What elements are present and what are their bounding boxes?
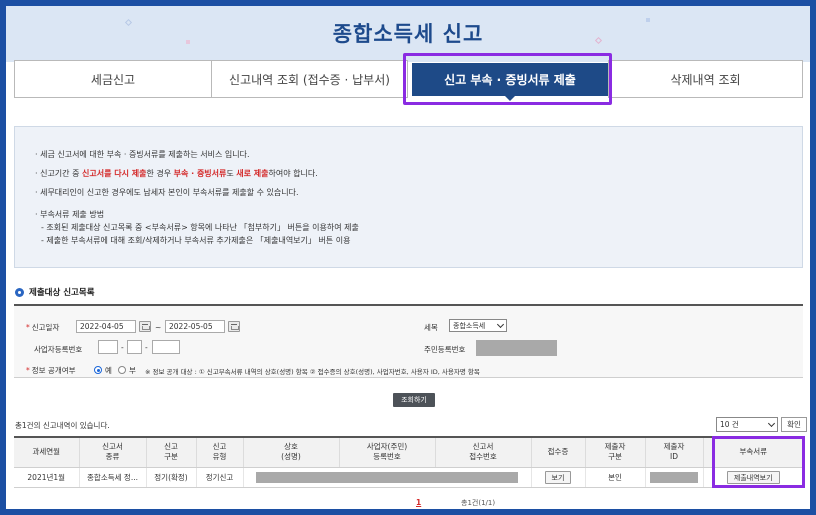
section-header: 제출대상 신고목록 (15, 286, 95, 298)
public-note: ※ 정보 공개 대상 : ① 신고부속서류 내역의 상호(성명) 항목 ② 접수… (145, 368, 480, 376)
date-from-input[interactable]: 2022-04-05 (76, 320, 136, 333)
view-receipt-button[interactable]: 보기 (544, 470, 572, 484)
confirm-button[interactable]: 확인 (781, 417, 807, 432)
notice-line: - 제출한 부속서류에 대해 조회/삭제하거나 부속서류 추가제출은 「제출내역… (41, 236, 351, 245)
masked-bar (256, 471, 518, 483)
pagination: 1 (416, 498, 421, 507)
notice-text: 도 (226, 169, 237, 178)
calendar-icon[interactable] (228, 321, 240, 332)
resident-number-masked (476, 340, 557, 356)
col-attachments: 부속서류 (703, 436, 803, 468)
resident-number-label: 주민등록번호 (424, 345, 466, 354)
date-to-input[interactable]: 2022-05-05 (165, 320, 225, 333)
notice-box: · 세금 신고서에 대한 부속 · 증빙서류를 제출하는 서비스 입니다. · … (14, 126, 803, 268)
pagination-info: 총1건(1/1) (461, 499, 496, 507)
notice-text: 한 경우 (146, 169, 174, 178)
business-number-sep: - (121, 343, 124, 352)
search-button[interactable]: 조회하기 (393, 393, 435, 407)
public-yes-label: 예 (105, 366, 112, 375)
public-label: * 정보 공개여부 (26, 366, 76, 375)
business-number-part3[interactable] (152, 340, 180, 354)
col-receipt-number: 신고서 접수번호 (435, 436, 532, 468)
notice-text: · 신고기간 중 (35, 169, 82, 178)
masked-bar (650, 471, 698, 483)
col-filing-class: 신고 구분 (146, 436, 197, 468)
result-count: 총1건의 신고내역이 있습니다. (15, 421, 110, 430)
tab-attachments-submit[interactable]: 신고 부속 · 증빙서류 제출 (412, 63, 608, 101)
tab-deleted-history[interactable]: 삭제내역 조회 (608, 60, 803, 98)
business-number-label: 사업자등록번호 (34, 345, 83, 354)
cell-period: 2021년1월 (14, 467, 80, 488)
table-row: 2021년1월 종합소득세 정... 정기(확정) 정기신고 보기 본인 제출내… (14, 467, 803, 488)
notice-emphasis: 부속 · 증빙서류 (173, 169, 227, 178)
cell-form-type: 종합소득세 정... (79, 467, 147, 488)
tax-type-select[interactable]: 종합소득세 (449, 319, 507, 332)
cell-attachments: 제출내역보기 (703, 467, 803, 488)
col-submitter-class: 제출자 구분 (585, 436, 646, 468)
col-form-type: 신고서 종류 (79, 436, 147, 468)
notice-line: · 신고기간 중 신고서를 다시 제출한 경우 부속 · 증빙서류도 새로 제출… (35, 168, 318, 179)
notice-line: · 세무대리인이 신고한 경우에도 납세자 본인이 부속서류를 제출할 수 있습… (35, 188, 299, 197)
page-size-select[interactable]: 10 건 (716, 417, 778, 432)
business-number-part1[interactable] (98, 340, 118, 354)
cell-filing-class: 정기(확정) (146, 467, 197, 488)
page-title: 종합소득세 신고 (332, 22, 484, 46)
cell-receipt: 보기 (531, 467, 586, 488)
notice-line: · 세금 신고서에 대한 부속 · 증빙서류를 제출하는 서비스 입니다. (35, 150, 250, 159)
public-no-radio[interactable] (118, 366, 126, 374)
tab-tax-filing[interactable]: 세금신고 (14, 60, 212, 98)
tab-filing-history[interactable]: 신고내역 조회 (접수증 · 납부서) (211, 60, 408, 98)
public-yes-radio[interactable] (94, 366, 102, 374)
notice-text: 하여야 합니다. (268, 169, 318, 178)
notice-line: · 부속서류 제출 방법 (35, 210, 105, 219)
col-receipt: 접수증 (531, 436, 586, 468)
col-submitter-id: 제출자 ID (645, 436, 704, 468)
cell-masked-info (243, 467, 532, 488)
business-number-part2[interactable] (127, 340, 142, 354)
section-title: 제출대상 신고목록 (29, 288, 95, 298)
date-separator: ~ (155, 323, 162, 332)
title-banner: 종합소득세 신고 (6, 6, 810, 62)
cell-submitter-id (645, 467, 704, 488)
search-panel: * 신고일자 2022-04-05 ~ 2022-05-05 세목 종합소득세 사… (14, 304, 803, 378)
public-no-label: 부 (129, 366, 136, 375)
col-registration-number: 사업자(주민) 등록번호 (339, 436, 436, 468)
bullet-circle-icon (15, 287, 24, 297)
page-link-current[interactable]: 1 (416, 498, 421, 507)
chevron-down-icon (767, 419, 776, 427)
table-header-row: 과세연월 신고서 종류 신고 구분 신고 유형 상호 (성명) 사업자(주민) … (14, 436, 803, 468)
notice-emphasis: 새로 제출 (236, 169, 269, 178)
date-label: * 신고일자 (26, 323, 60, 332)
chevron-down-icon (496, 320, 505, 328)
business-number-sep: - (145, 343, 148, 352)
tax-type-label: 세목 (424, 323, 438, 332)
cell-submitter-class: 본인 (585, 467, 646, 488)
view-submissions-button[interactable]: 제출내역보기 (726, 470, 780, 484)
notice-line: - 조회된 제출대상 신고목록 중 <부속서류> 항목에 나타난 「첨부하기」 … (41, 223, 359, 232)
col-period: 과세연월 (14, 436, 80, 468)
result-table: 과세연월 신고서 종류 신고 구분 신고 유형 상호 (성명) 사업자(주민) … (14, 436, 803, 488)
tab-bar: 세금신고 신고내역 조회 (접수증 · 납부서) 신고 부속 · 증빙서류 제출… (14, 60, 803, 101)
calendar-icon[interactable] (139, 321, 151, 332)
page-frame: 종합소득세 신고 세금신고 신고내역 조회 (접수증 · 납부서) 신고 부속 … (6, 6, 810, 509)
col-filing-kind: 신고 유형 (196, 436, 244, 468)
notice-emphasis: 신고서를 다시 제출 (81, 169, 147, 178)
col-company-name: 상호 (성명) (243, 436, 340, 468)
cell-filing-kind: 정기신고 (196, 467, 244, 488)
